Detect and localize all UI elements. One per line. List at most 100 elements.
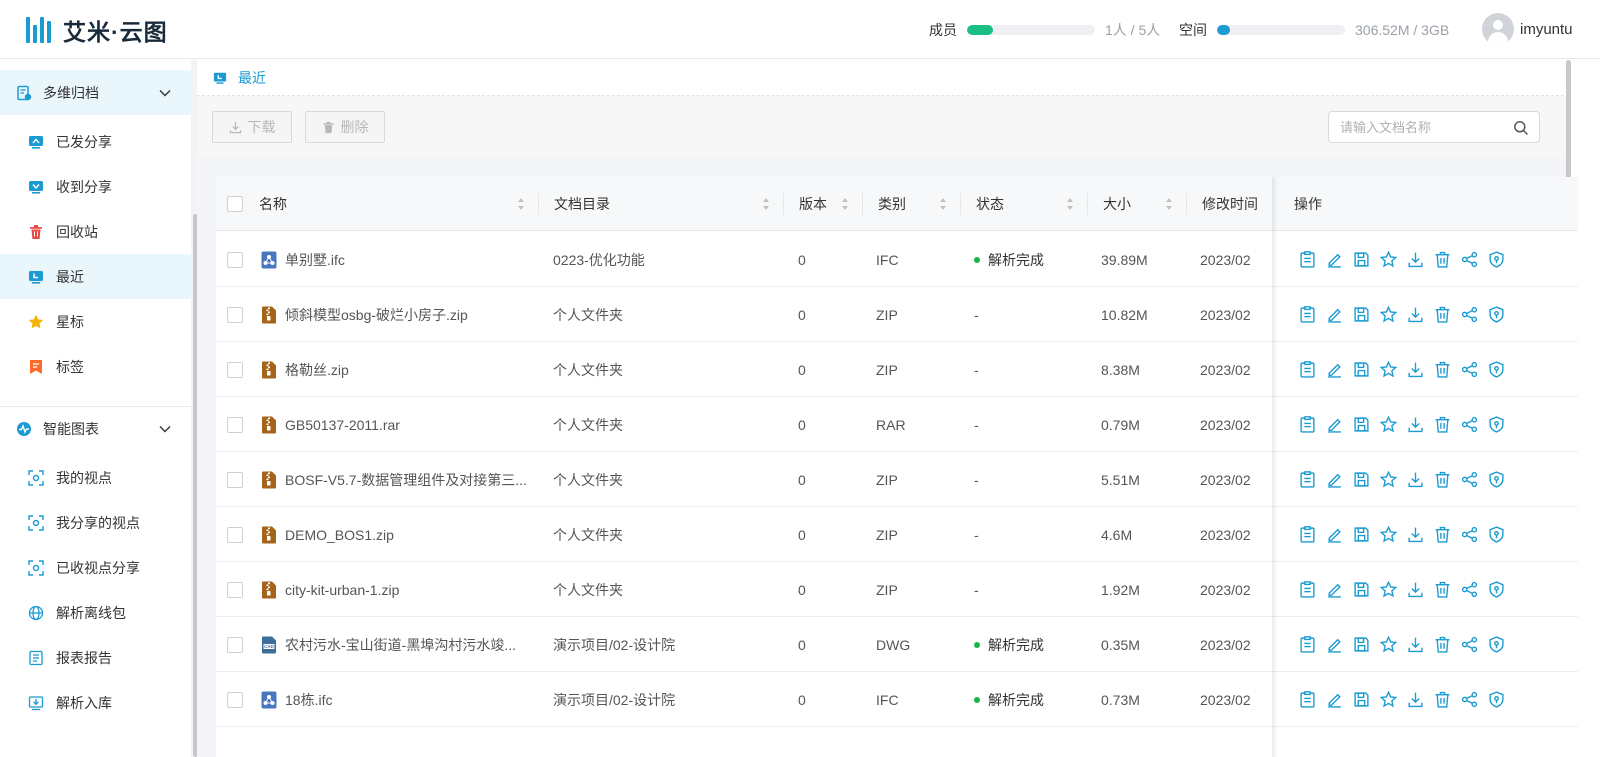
- delete-icon[interactable]: [1433, 580, 1451, 598]
- sidebar-item-my-viewpoints[interactable]: 我的视点: [0, 455, 191, 500]
- sidebar-item-offline-package[interactable]: 解析离线包: [0, 590, 191, 635]
- download-icon[interactable]: [1406, 360, 1424, 378]
- delete-icon[interactable]: [1433, 470, 1451, 488]
- column-header-modified[interactable]: 修改时间: [1202, 177, 1272, 231]
- star-icon[interactable]: [1379, 635, 1397, 653]
- sidebar-item-received-shares[interactable]: 收到分享: [0, 164, 191, 209]
- sidebar-item-reports[interactable]: 报表报告: [0, 635, 191, 680]
- username[interactable]: imyuntu: [1520, 21, 1573, 38]
- star-icon[interactable]: [1379, 250, 1397, 268]
- row-checkbox[interactable]: [227, 471, 243, 488]
- star-icon[interactable]: [1379, 415, 1397, 433]
- star-icon[interactable]: [1379, 470, 1397, 488]
- permission-icon[interactable]: [1487, 690, 1505, 708]
- search-input[interactable]: [1328, 111, 1540, 143]
- delete-icon[interactable]: [1433, 635, 1451, 653]
- file-name[interactable]: DEMO_BOS1.zip: [285, 527, 394, 543]
- save-icon[interactable]: [1352, 690, 1370, 708]
- edit-icon[interactable]: [1325, 415, 1343, 433]
- row-checkbox[interactable]: [227, 361, 243, 378]
- save-icon[interactable]: [1352, 580, 1370, 598]
- edit-icon[interactable]: [1325, 470, 1343, 488]
- sidebar-item-my-shared-viewpoints[interactable]: 我分享的视点: [0, 500, 191, 545]
- save-icon[interactable]: [1352, 415, 1370, 433]
- row-checkbox[interactable]: [227, 581, 243, 598]
- details-icon[interactable]: [1298, 580, 1316, 598]
- details-icon[interactable]: [1298, 250, 1316, 268]
- sidebar-item-recent[interactable]: 最近: [0, 254, 191, 299]
- permission-icon[interactable]: [1487, 305, 1505, 323]
- share-icon[interactable]: [1460, 360, 1478, 378]
- edit-icon[interactable]: [1325, 305, 1343, 323]
- file-name[interactable]: GB50137-2011.rar: [285, 417, 400, 433]
- delete-icon[interactable]: [1433, 305, 1451, 323]
- file-name-cell[interactable]: GB50137-2011.rar: [261, 397, 531, 452]
- delete-icon[interactable]: [1433, 360, 1451, 378]
- download-icon[interactable]: [1406, 415, 1424, 433]
- row-checkbox[interactable]: [227, 416, 243, 433]
- download-icon[interactable]: [1406, 525, 1424, 543]
- file-name[interactable]: 农村污水-宝山街道-黑埠沟村污水竣...: [285, 635, 516, 655]
- row-checkbox[interactable]: [227, 691, 243, 708]
- star-icon[interactable]: [1379, 525, 1397, 543]
- sort-icon[interactable]: [939, 197, 947, 211]
- sidebar-item-tags[interactable]: 标签: [0, 344, 191, 389]
- details-icon[interactable]: [1298, 690, 1316, 708]
- star-icon[interactable]: [1379, 580, 1397, 598]
- edit-icon[interactable]: [1325, 690, 1343, 708]
- delete-icon[interactable]: [1433, 415, 1451, 433]
- share-icon[interactable]: [1460, 580, 1478, 598]
- file-name[interactable]: 18栋.ifc: [285, 690, 332, 710]
- share-icon[interactable]: [1460, 635, 1478, 653]
- star-icon[interactable]: [1379, 360, 1397, 378]
- save-icon[interactable]: [1352, 525, 1370, 543]
- select-all-checkbox[interactable]: [227, 196, 243, 212]
- permission-icon[interactable]: [1487, 415, 1505, 433]
- details-icon[interactable]: [1298, 305, 1316, 323]
- permission-icon[interactable]: [1487, 580, 1505, 598]
- download-icon[interactable]: [1406, 635, 1424, 653]
- share-icon[interactable]: [1460, 250, 1478, 268]
- sidebar-group-smart-charts[interactable]: 智能图表: [0, 406, 191, 451]
- star-icon[interactable]: [1379, 690, 1397, 708]
- edit-icon[interactable]: [1325, 580, 1343, 598]
- sidebar-item-received-viewpoints[interactable]: 已收视点分享: [0, 545, 191, 590]
- download-icon[interactable]: [1406, 250, 1424, 268]
- file-name-cell[interactable]: 倾斜模型osbg-破烂小房子.zip: [261, 287, 531, 342]
- sidebar-item-starred[interactable]: 星标: [0, 299, 191, 344]
- download-button[interactable]: 下载: [212, 111, 292, 143]
- save-icon[interactable]: [1352, 305, 1370, 323]
- file-name[interactable]: city-kit-urban-1.zip: [285, 582, 399, 598]
- column-header-name[interactable]: 名称: [259, 177, 539, 231]
- share-icon[interactable]: [1460, 305, 1478, 323]
- details-icon[interactable]: [1298, 635, 1316, 653]
- sort-icon[interactable]: [841, 197, 849, 211]
- sidebar-item-parse-import[interactable]: 解析入库: [0, 680, 191, 725]
- row-checkbox[interactable]: [227, 636, 243, 653]
- breadcrumb-current[interactable]: 最近: [238, 68, 266, 88]
- download-icon[interactable]: [1406, 580, 1424, 598]
- file-name-cell[interactable]: city-kit-urban-1.zip: [261, 562, 531, 617]
- row-checkbox[interactable]: [227, 251, 243, 268]
- file-name[interactable]: 格勒丝.zip: [285, 360, 349, 380]
- edit-icon[interactable]: [1325, 635, 1343, 653]
- row-checkbox[interactable]: [227, 526, 243, 543]
- permission-icon[interactable]: [1487, 250, 1505, 268]
- share-icon[interactable]: [1460, 690, 1478, 708]
- download-icon[interactable]: [1406, 470, 1424, 488]
- sort-icon[interactable]: [1066, 197, 1074, 211]
- file-name-cell[interactable]: 单别墅.ifc: [261, 232, 531, 287]
- file-name-cell[interactable]: CAD 农村污水-宝山街道-黑埠沟村污水竣...: [261, 617, 531, 672]
- column-header-directory[interactable]: 文档目录: [554, 177, 784, 231]
- details-icon[interactable]: [1298, 470, 1316, 488]
- app-logo[interactable]: 艾米·云图: [26, 14, 168, 46]
- edit-icon[interactable]: [1325, 360, 1343, 378]
- avatar[interactable]: [1482, 13, 1514, 45]
- file-name-cell[interactable]: BOSF-V5.7-数据管理组件及对接第三...: [261, 452, 531, 507]
- sidebar-group-archive[interactable]: 多维归档: [0, 70, 191, 115]
- sidebar-item-recycle-bin[interactable]: 回收站: [0, 209, 191, 254]
- delete-button[interactable]: 删除: [305, 111, 385, 143]
- file-name-cell[interactable]: 18栋.ifc: [261, 672, 531, 727]
- search-icon[interactable]: [1513, 120, 1529, 136]
- share-icon[interactable]: [1460, 415, 1478, 433]
